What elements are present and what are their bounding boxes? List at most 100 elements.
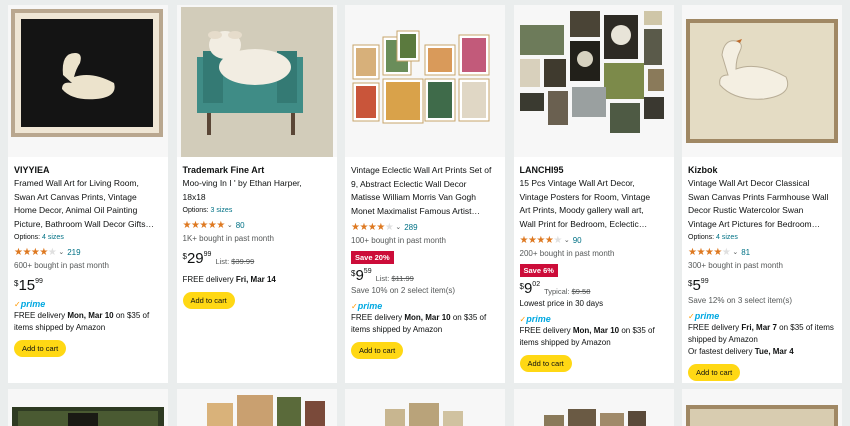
title-line: Vintage Art Pictures for Bedroom… <box>688 218 821 229</box>
product-image[interactable] <box>345 389 505 426</box>
delivery-date: Mon, Mar 10 <box>572 326 620 335</box>
product-card[interactable] <box>513 389 674 426</box>
product-image[interactable] <box>345 5 505 157</box>
delivery-info: FREE delivery Fri, Mar 14 <box>183 274 334 286</box>
title-line: Swan Art Canvas Prints, Vintage <box>14 191 137 202</box>
title-line: Home Decor, Animal Oil Painting <box>14 205 138 215</box>
add-to-cart-button[interactable]: Add to cart <box>182 292 235 309</box>
rating-row[interactable]: ★★★★★ ⌄ 80 <box>183 219 334 231</box>
price[interactable]: $ 15 99 <box>14 277 43 295</box>
price-whole: 29 <box>186 250 204 267</box>
product-image[interactable] <box>8 5 168 157</box>
prime-badge: ✓prime <box>688 311 839 322</box>
delivery-prefix: FREE delivery <box>14 311 68 320</box>
options: Options: 4 sizes <box>688 233 839 243</box>
review-count[interactable]: 90 <box>573 236 582 245</box>
star-rating-icon: ★★★★★ <box>519 234 563 246</box>
product-card[interactable]: LANCHI95 15 Pcs Vintage Wall Art Decor, … <box>513 5 674 383</box>
title-line: Monet Maximalist Famous Artist… <box>351 205 480 216</box>
delivery-date: Mon, Mar 10 <box>67 311 114 320</box>
product-image[interactable] <box>682 389 842 426</box>
delivery-date: Mon, Mar 10 <box>404 313 451 322</box>
typical-label: Typical: <box>544 287 570 296</box>
rating-row[interactable]: ★★★★★ ⌄ 81 <box>688 246 839 258</box>
options-link[interactable]: 3 sizes <box>211 207 233 214</box>
prime-label: prime <box>526 314 551 324</box>
brand-name: Trademark Fine Art <box>182 165 265 175</box>
typical-value: $9.58 <box>571 287 591 296</box>
list-price: List: $11.99 <box>376 274 414 283</box>
chevron-down-icon[interactable]: ⌄ <box>395 223 401 231</box>
chevron-down-icon[interactable]: ⌄ <box>58 248 64 256</box>
delivery-suffix: on $35 of items <box>776 323 834 332</box>
product-title[interactable]: 15 Pcs Vintage Wall Art Decor, Vintage P… <box>520 177 671 231</box>
product-card[interactable]: Trademark Fine Art Moo-ving In I ' by Et… <box>176 5 337 383</box>
star-rating-icon: ★★★★★ <box>351 221 394 233</box>
review-count[interactable]: 80 <box>236 221 245 230</box>
price[interactable]: $ 29 99 <box>183 250 212 268</box>
prime-badge: ✓prime <box>14 299 165 310</box>
product-card[interactable] <box>8 389 168 426</box>
list-value: $11.99 <box>391 274 414 283</box>
title-line: Vintage Wall Art Decor Classical <box>688 178 810 188</box>
prime-label: prime <box>694 311 720 321</box>
brand-name: Kizbok <box>688 165 718 175</box>
rating-row[interactable]: ★★★★★ ⌄ 90 <box>520 234 671 246</box>
options-label: Options: <box>688 234 715 241</box>
product-card[interactable] <box>682 389 842 426</box>
add-to-cart-button[interactable]: Add to cart <box>688 364 741 381</box>
product-title[interactable]: Vintage Wall Art Decor Classical Swan Ca… <box>688 177 839 231</box>
coupon-note: Save 10% on 2 select item(s) <box>351 286 456 295</box>
options-label: Options: <box>182 207 209 214</box>
review-count[interactable]: 81 <box>741 248 750 257</box>
title-line: Picture, Bathroom Wall Decor Gifts… <box>14 218 154 229</box>
delivery-prefix: FREE delivery <box>182 275 236 284</box>
bought-count: 300+ bought in past month <box>688 261 783 270</box>
options-link[interactable]: 4 sizes <box>42 234 64 241</box>
chevron-down-icon[interactable]: ⌄ <box>564 236 570 244</box>
price-fraction: 59 <box>363 268 372 275</box>
title-line: Wall Print for Bedroom, Eclectic… <box>519 218 648 229</box>
chevron-down-icon[interactable]: ⌄ <box>732 248 738 256</box>
rating-row[interactable]: ★★★★★ ⌄ 219 <box>14 246 165 258</box>
chevron-down-icon[interactable]: ⌄ <box>227 221 233 229</box>
product-image[interactable] <box>682 5 842 157</box>
review-count[interactable]: 219 <box>67 248 80 257</box>
add-to-cart-button[interactable]: Add to cart <box>14 340 67 357</box>
price[interactable]: $ 9 02 <box>520 280 541 298</box>
price-whole: 9 <box>523 280 533 297</box>
product-image[interactable] <box>176 5 337 157</box>
delivery-date: Fri, Mar 7 <box>741 323 777 332</box>
options-link[interactable]: 4 sizes <box>716 234 738 241</box>
star-rating-icon: ★★★★★ <box>688 246 731 258</box>
title-line: Moo-ving In I ' by Ethan Harper, <box>182 178 302 188</box>
price[interactable]: $ 9 59 <box>351 267 372 285</box>
bought-count: 200+ bought in past month <box>519 249 615 258</box>
product-card[interactable]: Kizbok Vintage Wall Art Decor Classical … <box>682 5 842 383</box>
product-title[interactable]: Vintage Eclectic Wall Art Prints Set of … <box>351 164 502 218</box>
price[interactable]: $ 5 99 <box>688 277 709 295</box>
product-card[interactable] <box>176 389 337 426</box>
product-card[interactable]: Vintage Eclectic Wall Art Prints Set of … <box>345 5 505 383</box>
price-fraction: 99 <box>35 278 43 285</box>
list-price: List: $39.99 <box>215 257 254 266</box>
rating-row[interactable]: ★★★★★ ⌄ 289 <box>351 221 502 233</box>
star-rating-icon: ★★★★★ <box>14 246 57 258</box>
product-image[interactable] <box>176 389 337 426</box>
product-title[interactable]: Moo-ving In I ' by Ethan Harper, 18x18 <box>183 177 334 204</box>
deal-badge: Save 20% <box>351 251 394 264</box>
title-line: Vintage Posters for Room, Vintage <box>519 191 651 202</box>
delivery-info: FREE delivery Mon, Mar 10 on $35 of item… <box>14 310 165 334</box>
product-image[interactable] <box>8 389 168 426</box>
add-to-cart-button[interactable]: Add to cart <box>351 342 404 359</box>
product-image[interactable] <box>513 389 674 426</box>
options-label: Options: <box>14 234 41 241</box>
product-title[interactable]: Framed Wall Art for Living Room, Swan Ar… <box>14 177 165 231</box>
delivery-line2: items shipped by Amazon <box>519 338 611 347</box>
product-card[interactable]: VIYYIEA Framed Wall Art for Living Room,… <box>8 5 168 383</box>
product-card[interactable] <box>345 389 505 426</box>
product-image[interactable] <box>513 5 674 157</box>
review-count[interactable]: 289 <box>404 223 417 232</box>
add-to-cart-button[interactable]: Add to cart <box>519 355 572 372</box>
delivery-prefix: FREE delivery <box>519 326 573 335</box>
